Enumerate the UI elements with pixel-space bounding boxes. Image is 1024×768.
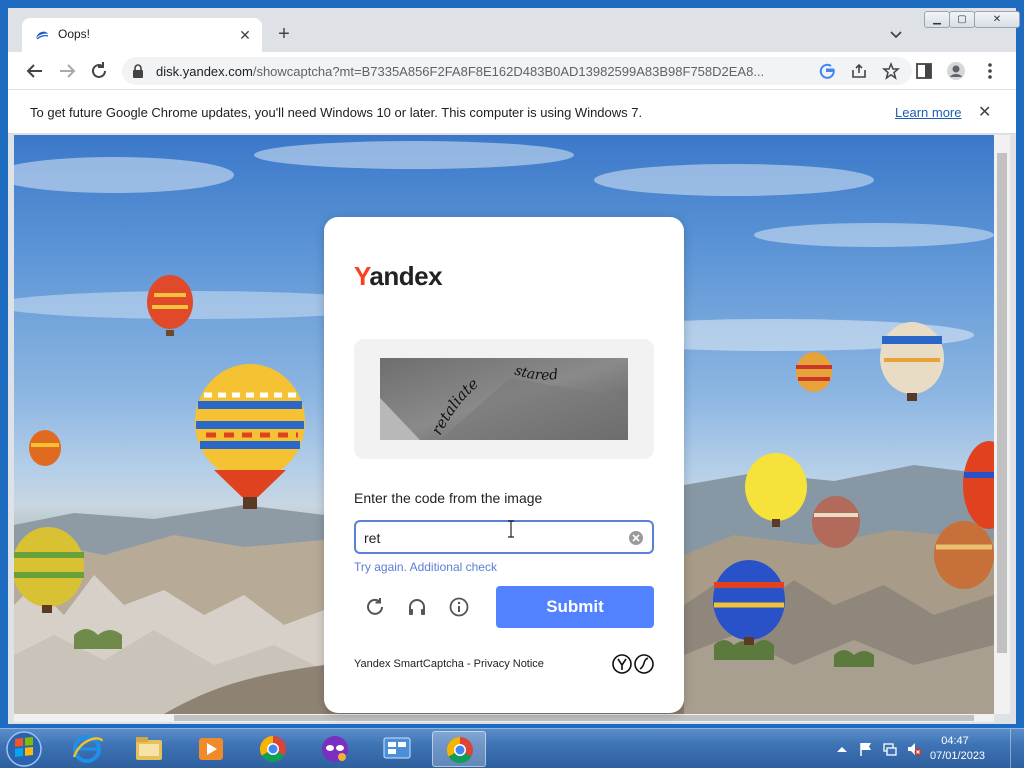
action-center-flag-icon[interactable] bbox=[858, 741, 874, 757]
control-panel-icon bbox=[383, 737, 411, 759]
balloon bbox=[195, 364, 305, 509]
balloon bbox=[880, 322, 944, 401]
submit-button[interactable]: Submit bbox=[496, 586, 654, 628]
maximize-button[interactable]: ▢ bbox=[949, 11, 975, 28]
start-button-icon[interactable] bbox=[4, 730, 44, 768]
logo-rest: andex bbox=[369, 261, 443, 291]
url-host: disk.yandex.com bbox=[156, 64, 253, 79]
close-window-button[interactable]: ✕ bbox=[974, 11, 1020, 28]
forward-icon[interactable] bbox=[56, 60, 78, 82]
chrome-icon bbox=[259, 735, 286, 763]
menu-kebab-icon[interactable] bbox=[980, 61, 1000, 81]
browser-toolbar: disk.yandex.com/showcaptcha?mt=B7335A856… bbox=[8, 52, 1016, 90]
balloon bbox=[812, 496, 860, 548]
vertical-scrollbar[interactable] bbox=[994, 135, 1010, 714]
audio-headphones-icon[interactable] bbox=[406, 596, 428, 618]
taskbar-internet-explorer[interactable] bbox=[60, 731, 114, 767]
tab-strip: Oops! ✕ + ▁ ▢ ✕ bbox=[8, 8, 1020, 52]
chevron-down-icon[interactable] bbox=[888, 26, 904, 42]
balloon bbox=[796, 352, 832, 392]
url-text: disk.yandex.com/showcaptcha?mt=B7335A856… bbox=[156, 64, 796, 79]
chrome-icon bbox=[446, 736, 473, 764]
network-icon[interactable] bbox=[882, 741, 898, 757]
captcha-image: retaliate stared bbox=[380, 358, 628, 440]
captcha-code-input[interactable] bbox=[364, 528, 614, 548]
learn-more-link[interactable]: Learn more bbox=[895, 105, 961, 120]
google-lens-icon[interactable] bbox=[818, 62, 836, 80]
yandex-disk-icon bbox=[36, 31, 49, 40]
show-desktop-button[interactable] bbox=[1010, 729, 1024, 768]
yandex-logo: Yandex bbox=[354, 261, 443, 292]
hscrollbar-thumb[interactable] bbox=[174, 715, 974, 721]
taskbar-windows-explorer[interactable] bbox=[122, 731, 176, 767]
captcha-image-box: retaliate stared bbox=[354, 339, 654, 459]
tab-close-icon[interactable]: ✕ bbox=[234, 24, 256, 46]
side-panel-icon[interactable] bbox=[914, 61, 934, 81]
balloon bbox=[147, 275, 193, 336]
bookmark-star-icon[interactable] bbox=[882, 62, 900, 80]
reload-icon[interactable] bbox=[88, 60, 110, 82]
captcha-prompt: Enter the code from the image bbox=[354, 490, 543, 506]
tab-oops[interactable]: Oops! ✕ bbox=[22, 18, 262, 52]
volume-muted-icon[interactable] bbox=[906, 741, 922, 757]
infobar-close-icon[interactable]: ✕ bbox=[978, 102, 991, 122]
windows-taskbar: 04:47 07/01/2023 bbox=[0, 728, 1024, 768]
share-icon[interactable] bbox=[850, 62, 868, 80]
minimize-button[interactable]: ▁ bbox=[924, 11, 950, 28]
back-icon[interactable] bbox=[24, 60, 46, 82]
clock-date: 07/01/2023 bbox=[930, 750, 986, 762]
profile-avatar-icon[interactable] bbox=[946, 61, 966, 81]
captcha-footer-link[interactable]: Yandex SmartCaptcha - Privacy Notice bbox=[354, 658, 544, 670]
media-player-icon bbox=[199, 738, 223, 760]
browser-window: Oops! ✕ + ▁ ▢ ✕ disk.yandex.com/showcapt… bbox=[0, 0, 1024, 728]
taskbar-clock[interactable]: 04:47 07/01/2023 bbox=[930, 734, 986, 764]
smartcaptcha-logo-icon bbox=[612, 654, 654, 674]
balloon bbox=[29, 430, 61, 466]
update-infobar: To get future Google Chrome updates, you… bbox=[8, 90, 1016, 134]
address-bar[interactable]: disk.yandex.com/showcaptcha?mt=B7335A856… bbox=[122, 57, 912, 85]
taskbar-chrome[interactable] bbox=[246, 731, 300, 767]
taskbar-chrome-active[interactable] bbox=[432, 731, 486, 767]
tray-expand-icon[interactable] bbox=[834, 741, 850, 757]
captcha-status: Try again. Additional check bbox=[354, 560, 497, 574]
folder-icon bbox=[136, 737, 162, 760]
captcha-input-wrapper[interactable] bbox=[354, 520, 654, 554]
refresh-icon[interactable] bbox=[364, 596, 386, 618]
new-tab-button[interactable]: + bbox=[274, 24, 294, 44]
clear-input-icon[interactable] bbox=[628, 530, 644, 546]
taskbar-control-panel[interactable] bbox=[370, 731, 424, 767]
balloon bbox=[934, 521, 994, 589]
tab-title: Oops! bbox=[58, 27, 91, 41]
taskbar-mask-app[interactable] bbox=[308, 731, 362, 767]
internet-explorer-icon bbox=[72, 735, 104, 763]
taskbar-media-player[interactable] bbox=[184, 731, 238, 767]
horizontal-scrollbar[interactable] bbox=[14, 714, 994, 722]
infobar-message: To get future Google Chrome updates, you… bbox=[30, 105, 643, 120]
url-path: /showcaptcha?mt=B7335A856F2FA8F8E162D483… bbox=[252, 64, 765, 79]
lock-icon[interactable] bbox=[132, 64, 144, 78]
text-cursor-icon bbox=[508, 520, 514, 538]
logo-first-letter: Y bbox=[354, 261, 370, 291]
scrollbar-thumb[interactable] bbox=[997, 153, 1007, 653]
captcha-card: Yandex retaliate stared Enter the code f… bbox=[324, 217, 684, 713]
clock-time: 04:47 bbox=[941, 735, 969, 747]
info-icon[interactable] bbox=[448, 596, 470, 618]
mask-app-icon bbox=[322, 736, 348, 762]
